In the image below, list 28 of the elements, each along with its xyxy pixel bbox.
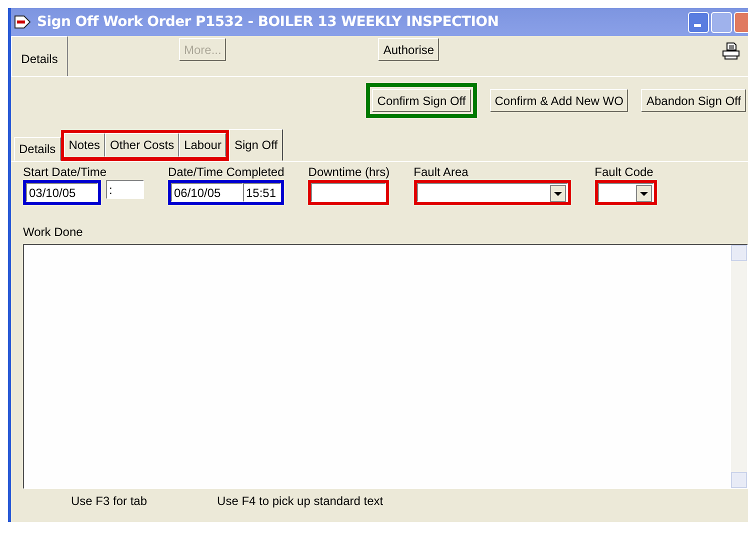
printer-icon[interactable] [722,42,740,60]
field-label: Work Done [23,225,84,239]
tab[interactable]: Details [14,137,61,161]
field-label: Fault Code [594,165,654,179]
field-label: Date/Time Completed [168,165,284,179]
app-icon [13,13,33,31]
action-button[interactable]: Confirm & Add New WO [490,89,628,112]
work-done-field[interactable] [23,244,748,489]
field-label: Fault Area [414,165,470,179]
field-label: Downtime (hrs) [308,165,390,179]
date-field[interactable]: 03/10/05 [26,183,98,202]
field-label: Start Date/Time [23,165,108,179]
close-button[interactable] [734,12,748,32]
status-text: Use F3 for tab [71,494,148,508]
tab[interactable]: Details [11,36,68,76]
time-field[interactable]: : [106,180,144,199]
tab[interactable]: Sign Off [229,129,283,161]
status-text: Use F4 to pick up standard text [217,494,384,508]
authorise-button[interactable]: Authorise [378,38,440,61]
tab[interactable]: Other Costs [105,133,180,157]
window-title: Sign Off Work Order P1532 - BOILER 13 WEEKLY INSPECTION [37,14,500,30]
action-button[interactable]: Abandon Sign Off [641,89,746,112]
time-field[interactable]: 15:51 [243,183,281,202]
tab[interactable]: Labour [179,133,226,157]
tab[interactable]: Notes [64,133,106,157]
action-button[interactable]: Confirm Sign Off [372,89,471,112]
date-field[interactable]: 06/10/05 [171,183,243,202]
minimize-button[interactable] [688,12,709,32]
